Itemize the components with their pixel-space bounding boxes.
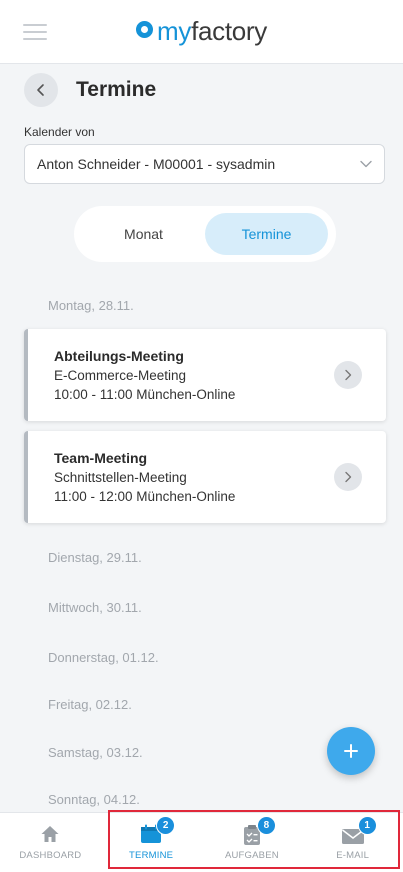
- nav-appointments-label: TERMINE: [129, 850, 174, 861]
- home-icon: [35, 824, 65, 846]
- tab-appointments[interactable]: Termine: [205, 213, 328, 255]
- appointment-card[interactable]: Team-Meeting Schnittstellen-Meeting 11:0…: [24, 431, 386, 523]
- logo-text-my: my: [157, 16, 192, 46]
- appointment-subtitle: Schnittstellen-Meeting: [54, 470, 187, 485]
- nav-appointments[interactable]: 2 TERMINE: [101, 813, 202, 872]
- appointment-title: Abteilungs-Meeting: [54, 348, 184, 364]
- tasks-count-badge: 8: [256, 816, 276, 835]
- calendar-owner-label: Kalender von: [24, 125, 95, 139]
- day-label: Dienstag, 29.11.: [48, 550, 142, 565]
- appointments-count-badge: 2: [156, 816, 176, 835]
- top-bar: myfactory: [0, 0, 403, 64]
- logo-mark-icon: [136, 21, 153, 38]
- open-appointment-button[interactable]: [334, 361, 362, 389]
- nav-tasks[interactable]: 8 AUFGABEN: [202, 813, 303, 872]
- page-title: Termine: [76, 78, 157, 101]
- calendar-owner-select[interactable]: Anton Schneider - M00001 - sysadmin: [24, 144, 385, 184]
- nav-dashboard[interactable]: DASHBOARD: [0, 813, 101, 872]
- nav-email[interactable]: 1 E-MAIL: [302, 813, 403, 872]
- mail-icon: 1: [338, 816, 377, 846]
- logo-text-factory: factory: [191, 16, 267, 46]
- nav-tasks-label: AUFGABEN: [224, 850, 279, 861]
- appointment-card[interactable]: Abteilungs-Meeting E-Commerce-Meeting 10…: [24, 329, 386, 421]
- calendar-icon: 2: [136, 816, 176, 846]
- chevron-right-icon: [345, 369, 352, 381]
- chevron-left-icon: [37, 84, 44, 96]
- appointment-details: 11:00 - 12:00 München-Online: [54, 489, 236, 504]
- day-label: Sonntag, 04.12.: [48, 792, 140, 807]
- appointment-subtitle: E-Commerce-Meeting: [54, 368, 187, 383]
- email-count-badge: 1: [357, 816, 377, 835]
- day-label: Samstag, 03.12.: [48, 745, 143, 760]
- appointment-title: Team-Meeting: [54, 450, 148, 466]
- clipboard-icon: 8: [237, 816, 276, 846]
- bottom-nav: DASHBOARD 2 TERMINE 8 AUFGABEN 1 E-MAIL: [0, 812, 403, 872]
- open-appointment-button[interactable]: [334, 463, 362, 491]
- nav-dashboard-label: DASHBOARD: [19, 850, 82, 861]
- page-header: Termine: [24, 72, 156, 108]
- day-label: Mittwoch, 30.11.: [48, 600, 142, 615]
- chevron-right-icon: [345, 471, 352, 483]
- nav-email-label: E-MAIL: [336, 850, 370, 861]
- tab-month[interactable]: Monat: [82, 213, 205, 255]
- appointment-details: 10:00 - 11:00 München-Online: [54, 387, 236, 402]
- day-label: Montag, 28.11.: [48, 298, 134, 313]
- plus-icon: [344, 744, 358, 758]
- view-toggle: Monat Termine: [74, 206, 336, 262]
- day-label: Donnerstag, 01.12.: [48, 650, 159, 665]
- calendar-owner-value: Anton Schneider - M00001 - sysadmin: [37, 156, 276, 172]
- add-appointment-button[interactable]: [327, 727, 375, 775]
- app-logo: myfactory: [0, 16, 403, 46]
- chevron-down-icon: [360, 160, 372, 168]
- back-button[interactable]: [24, 73, 58, 107]
- day-label: Freitag, 02.12.: [48, 697, 132, 712]
